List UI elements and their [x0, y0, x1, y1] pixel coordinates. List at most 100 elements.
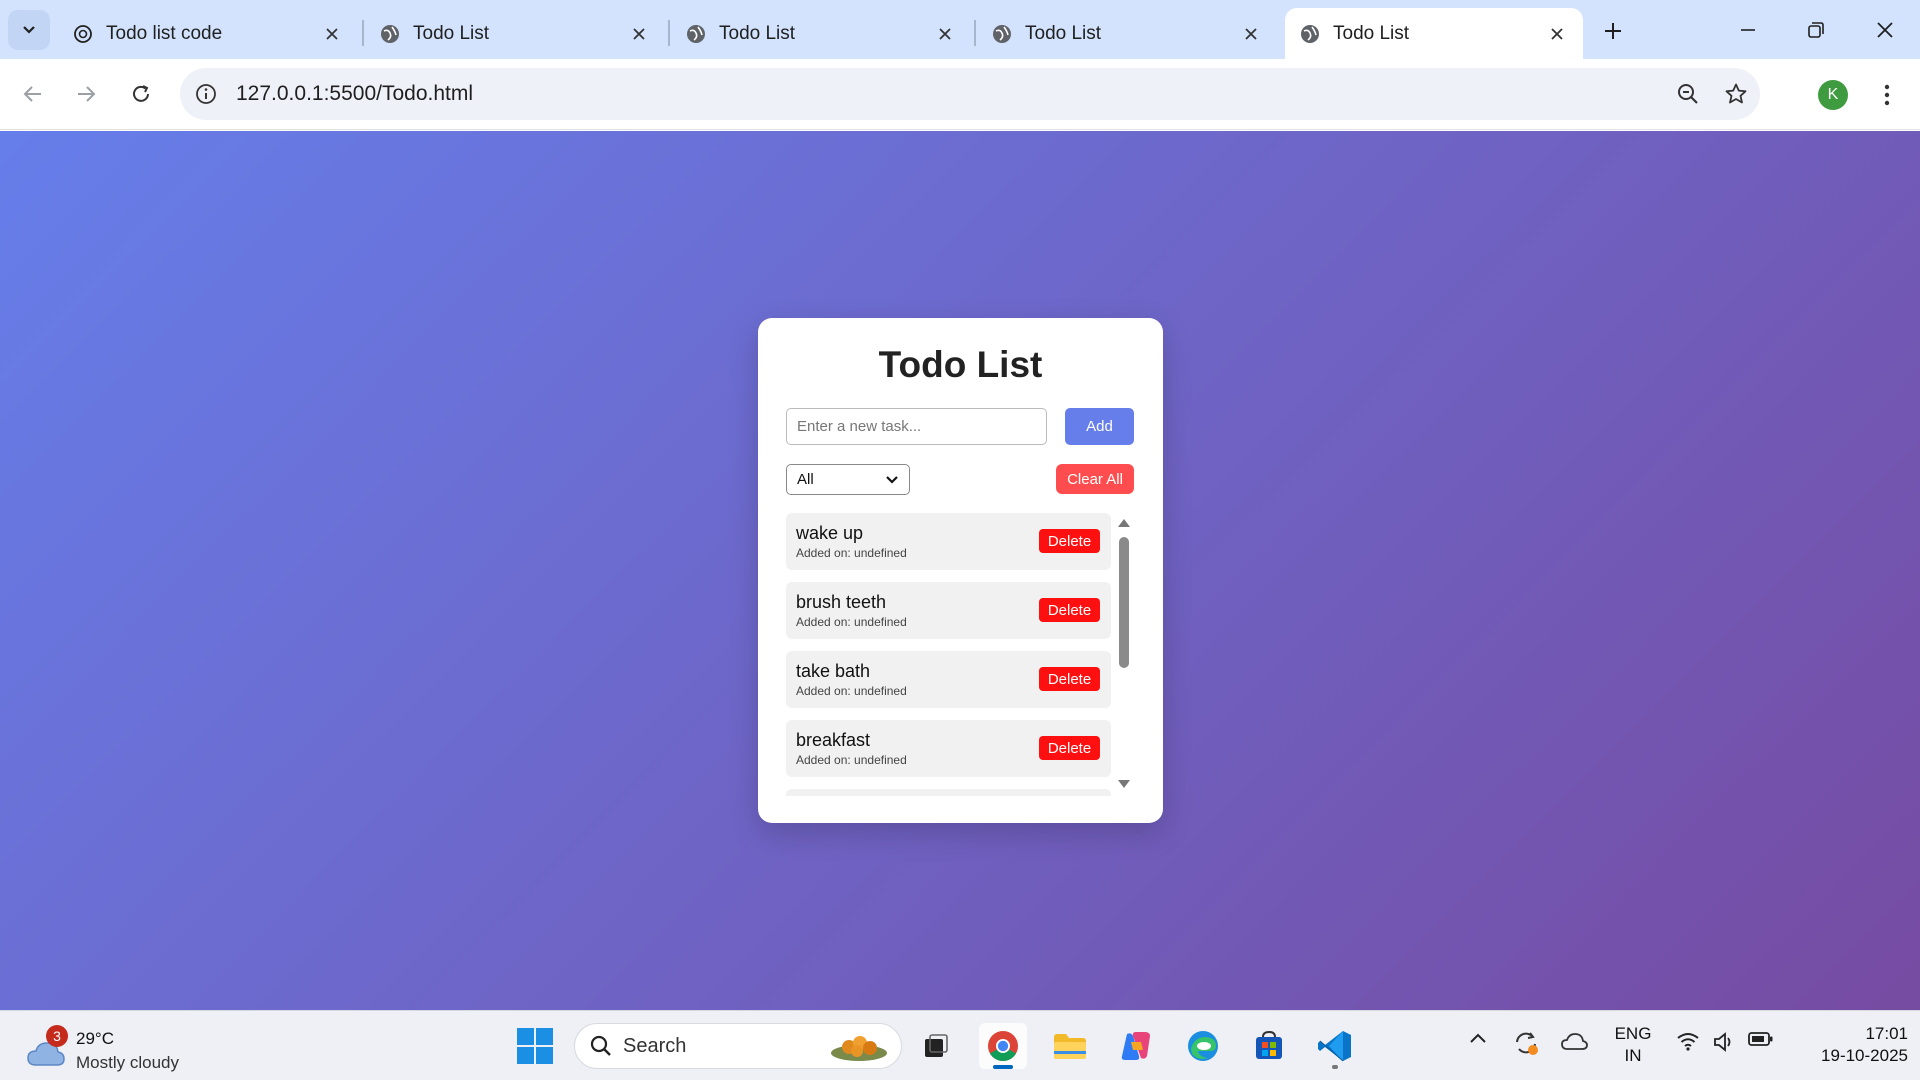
weather-condition: Mostly cloudy: [76, 1053, 179, 1072]
site-info-icon[interactable]: [180, 68, 232, 120]
store-button[interactable]: [1245, 1023, 1293, 1069]
chrome-icon: [988, 1031, 1018, 1062]
clock-date: 19-10-2025: [1821, 1046, 1908, 1065]
browser-toolbar: 127.0.0.1:5500/Todo.html K: [0, 59, 1920, 130]
todo-card: Todo List Add All Clear All wake up Adde…: [758, 318, 1163, 823]
weather-widget[interactable]: 3 29°C Mostly cloudy: [26, 1019, 226, 1075]
openai-icon: [72, 23, 94, 45]
edge-button[interactable]: [1179, 1023, 1227, 1069]
windows-logo-icon: [517, 1028, 553, 1064]
task-text: breakfast: [796, 730, 871, 750]
forward-button[interactable]: [67, 75, 105, 113]
tab-strip: Todo list code Todo List Todo List Todo …: [0, 0, 1920, 59]
vscode-icon: [1318, 1031, 1351, 1062]
tab-2[interactable]: Todo List: [365, 8, 665, 59]
list-item: take bath Added on: undefined Delete: [786, 651, 1111, 708]
active-indicator: [993, 1065, 1013, 1069]
task-list-scrollbar[interactable]: [1114, 513, 1134, 796]
globe-icon: [685, 23, 707, 45]
delete-button[interactable]: Delete: [1039, 667, 1100, 691]
new-tab-button[interactable]: [1596, 14, 1630, 48]
language-indicator[interactable]: ENG IN: [1612, 1023, 1654, 1067]
browser-menu-button[interactable]: [1872, 76, 1902, 114]
battery-icon: [1748, 1032, 1773, 1046]
weather-temperature: 29°C: [76, 1029, 114, 1048]
sync-tray-button[interactable]: [1512, 1029, 1540, 1057]
taskbar-search[interactable]: Search: [574, 1023, 902, 1069]
notification-badge: 3: [46, 1025, 68, 1047]
chrome-taskbar-button[interactable]: [979, 1023, 1027, 1069]
task-date: Added on: undefined: [796, 546, 907, 560]
chevron-down-icon: [23, 26, 35, 34]
minimize-button[interactable]: [1728, 10, 1768, 50]
copilot-button[interactable]: [1112, 1023, 1160, 1069]
tab-4[interactable]: Todo List: [977, 8, 1277, 59]
task-input[interactable]: [786, 408, 1047, 445]
copilot-icon: [1121, 1032, 1150, 1060]
system-clock[interactable]: 17:01 19-10-2025: [1788, 1023, 1908, 1067]
tab-separator: [668, 20, 670, 46]
close-icon[interactable]: [627, 22, 651, 46]
add-button[interactable]: Add: [1065, 408, 1134, 445]
address-bar[interactable]: 127.0.0.1:5500/Todo.html: [180, 68, 1760, 120]
task-list[interactable]: wake up Added on: undefined Delete brush…: [786, 513, 1111, 796]
list-item-partial: [786, 789, 1111, 796]
profile-avatar[interactable]: K: [1818, 80, 1848, 110]
scroll-thumb[interactable]: [1119, 537, 1129, 668]
close-icon[interactable]: [1239, 22, 1263, 46]
filter-select[interactable]: All: [786, 464, 910, 495]
wifi-tray-button[interactable]: [1676, 1031, 1700, 1051]
list-item: brush teeth Added on: undefined Delete: [786, 582, 1111, 639]
tab-search-button[interactable]: [8, 10, 50, 50]
task-date: Added on: undefined: [796, 615, 907, 629]
close-icon[interactable]: [1545, 22, 1569, 46]
scroll-up-arrow-icon[interactable]: [1117, 518, 1131, 528]
zoom-icon[interactable]: [1664, 70, 1712, 118]
close-icon[interactable]: [320, 22, 344, 46]
back-button[interactable]: [14, 75, 52, 113]
onedrive-tray-button[interactable]: [1560, 1031, 1588, 1051]
tab-separator: [362, 20, 364, 46]
clear-all-button[interactable]: Clear All: [1056, 464, 1134, 494]
scroll-down-arrow-icon[interactable]: [1117, 779, 1131, 789]
task-date: Added on: undefined: [796, 684, 907, 698]
clock-time: 17:01: [1865, 1024, 1908, 1043]
restore-icon: [1808, 22, 1824, 38]
restore-button[interactable]: [1796, 10, 1836, 50]
file-explorer-button[interactable]: [1046, 1023, 1094, 1069]
bookmark-star-icon[interactable]: [1712, 70, 1760, 118]
store-icon: [1256, 1030, 1282, 1059]
reload-button[interactable]: [122, 75, 160, 113]
delete-button[interactable]: Delete: [1039, 529, 1100, 553]
tab-title: Todo List: [1025, 22, 1102, 44]
delete-button[interactable]: Delete: [1039, 598, 1100, 622]
taskbar: 3 29°C Mostly cloudy Search ENG IN 17:01…: [0, 1010, 1920, 1080]
close-window-button[interactable]: [1865, 10, 1905, 50]
tab-5-active[interactable]: Todo List: [1285, 8, 1583, 59]
delete-button[interactable]: Delete: [1039, 736, 1100, 760]
folder-icon: [1054, 1034, 1086, 1059]
task-view-button[interactable]: [912, 1023, 960, 1069]
battery-tray-button[interactable]: [1748, 1031, 1774, 1047]
start-button[interactable]: [516, 1027, 554, 1065]
plus-icon: [1605, 23, 1621, 39]
url-text[interactable]: 127.0.0.1:5500/Todo.html: [236, 82, 1664, 106]
show-hidden-icons-button[interactable]: [1468, 1031, 1488, 1045]
globe-icon: [379, 23, 401, 45]
tab-title: Todo List: [1333, 22, 1410, 44]
tab-separator: [974, 20, 976, 46]
more-vertical-icon: [1884, 84, 1890, 106]
close-icon: [1877, 22, 1893, 38]
tab-title: Todo List: [413, 22, 490, 44]
search-icon: [590, 1035, 611, 1056]
tab-1[interactable]: Todo list code: [58, 8, 358, 59]
task-date: Added on: undefined: [796, 753, 907, 767]
vscode-button[interactable]: [1311, 1023, 1359, 1069]
close-icon[interactable]: [933, 22, 957, 46]
task-view-icon: [925, 1034, 948, 1057]
globe-icon: [991, 23, 1013, 45]
edge-icon: [1188, 1031, 1218, 1061]
tab-3[interactable]: Todo List: [671, 8, 971, 59]
filter-selected-value: All: [797, 471, 814, 488]
volume-tray-button[interactable]: [1712, 1031, 1736, 1053]
